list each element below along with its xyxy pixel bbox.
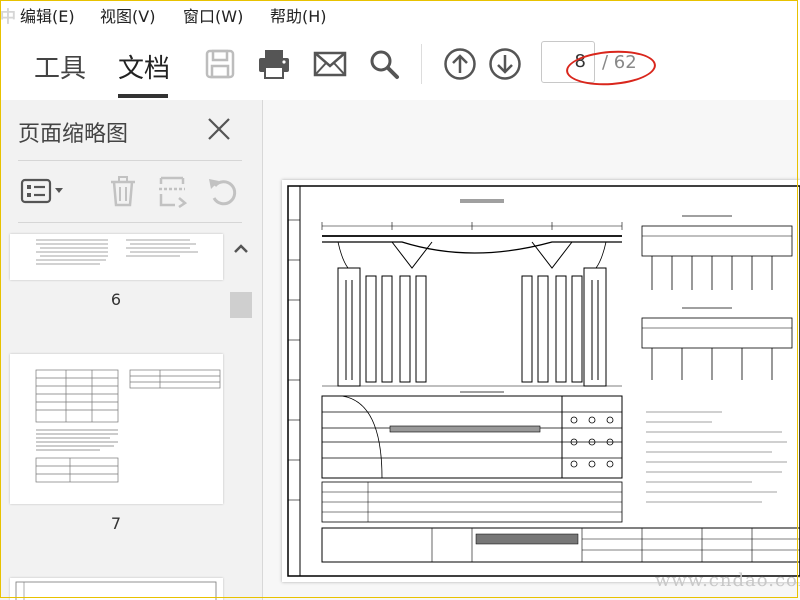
thumbnail-list: 6 7 <box>0 230 226 600</box>
rotate-page-button[interactable] <box>206 174 240 208</box>
panel-divider <box>18 160 242 161</box>
page-thumbnail-8[interactable] <box>10 578 223 600</box>
extract-page-button[interactable] <box>157 174 191 209</box>
page-thumbnail-7[interactable] <box>10 354 223 504</box>
search-button[interactable] <box>366 46 402 82</box>
toolbar-separator <box>421 44 422 84</box>
close-panel-button[interactable] <box>204 114 234 144</box>
watermark-text: 中 <box>0 7 17 26</box>
print-icon <box>259 50 289 79</box>
page-thumbnail-6[interactable] <box>10 234 223 280</box>
thumbnail-content <box>15 581 217 600</box>
thumbnail-content <box>36 239 198 265</box>
mail-icon <box>313 51 347 77</box>
email-button[interactable] <box>312 46 348 82</box>
options-icon <box>20 178 63 204</box>
close-icon <box>208 118 230 140</box>
menu-bar: 中 编辑(E) 视图(V) 窗口(W) 帮助(H) <box>0 0 800 28</box>
extract-icon <box>159 176 188 209</box>
menu-edit[interactable]: 编辑(E) <box>20 3 75 27</box>
next-page-button[interactable] <box>487 46 523 82</box>
save-button[interactable] <box>202 46 238 82</box>
panel-title: 页面缩略图 <box>18 122 129 147</box>
thumbnail-panel: 页面缩略图 6 7 <box>0 100 263 600</box>
search-icon <box>370 50 399 79</box>
rotate-icon <box>209 179 237 206</box>
print-button[interactable] <box>256 46 292 82</box>
arrow-down-icon <box>489 48 521 80</box>
arrow-up-icon <box>444 48 476 80</box>
delete-page-button[interactable] <box>106 174 140 208</box>
toolbar: 工具 文档 8 / 62 <box>0 28 800 101</box>
scrollbar-thumb[interactable] <box>230 292 252 318</box>
thumbnail-page-number: 6 <box>110 290 122 309</box>
document-view[interactable] <box>263 100 800 600</box>
site-watermark: www.cndao.com <box>655 570 800 591</box>
chevron-up-icon <box>234 244 248 253</box>
menu-help[interactable]: 帮助(H) <box>270 3 327 27</box>
active-tab-indicator <box>118 94 168 98</box>
thumbnail-scrollbar[interactable] <box>228 230 254 600</box>
document-page <box>282 180 800 582</box>
delete-icon <box>111 176 135 207</box>
panel-divider <box>18 222 242 223</box>
thumbnail-options-button[interactable] <box>20 174 68 208</box>
tab-tools[interactable]: 工具 <box>34 48 86 85</box>
save-icon <box>205 49 235 79</box>
menu-window[interactable]: 窗口(W) <box>183 3 243 27</box>
thumbnail-page-number: 7 <box>110 514 122 533</box>
menu-view[interactable]: 视图(V) <box>100 3 155 27</box>
thumbnail-content <box>35 369 221 483</box>
previous-page-button[interactable] <box>442 46 478 82</box>
bridge-drawing <box>287 185 800 577</box>
tab-document[interactable]: 文档 <box>118 48 170 85</box>
